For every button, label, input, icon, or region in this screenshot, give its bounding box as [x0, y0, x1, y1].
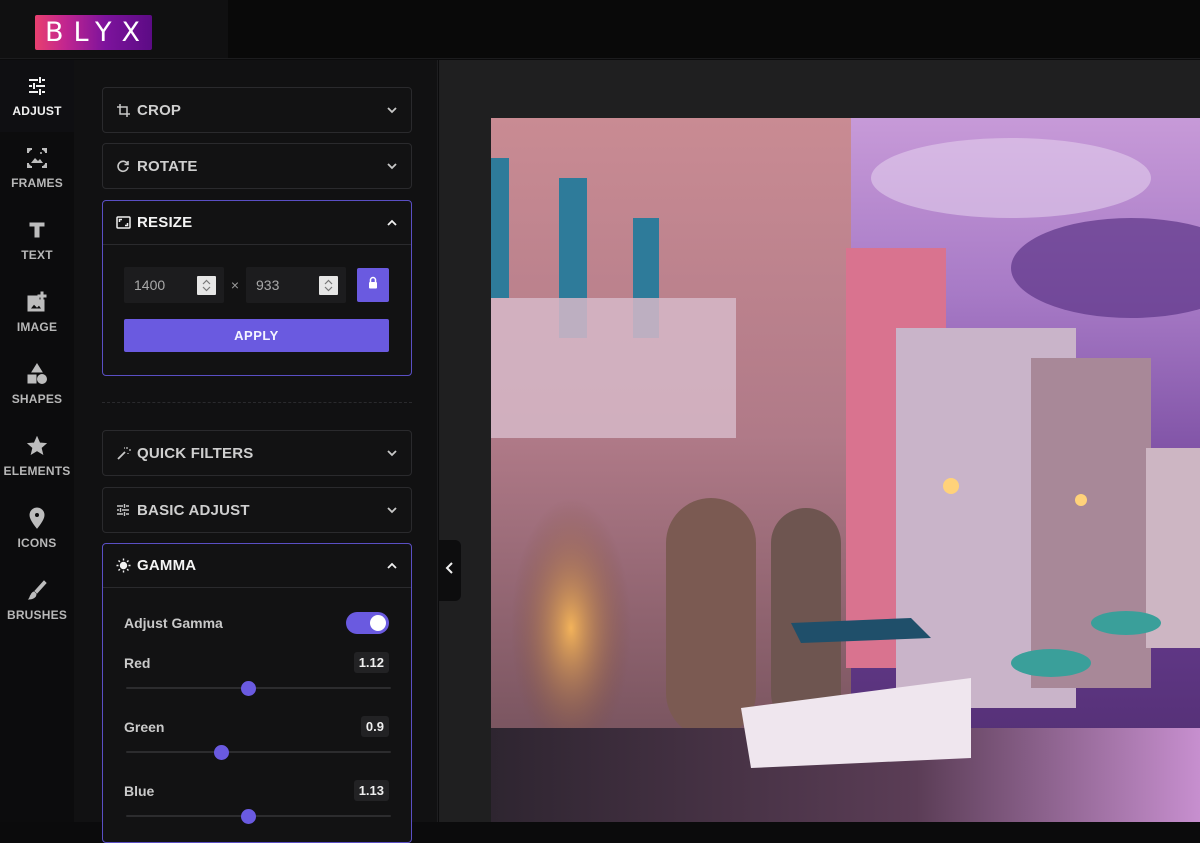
slider-track — [126, 751, 391, 753]
chevron-up-icon — [385, 559, 399, 573]
canvas-area — [439, 60, 1200, 822]
resize-title: RESIZE — [137, 214, 193, 231]
resize-inputs: 1400 × 933 — [124, 267, 389, 303]
height-input[interactable]: 933 — [246, 267, 346, 303]
blue-row: Blue 1.13 — [124, 780, 389, 801]
slider-thumb[interactable] — [240, 681, 256, 696]
sliders-icon — [115, 502, 131, 518]
crop-header[interactable]: CROP — [103, 88, 411, 132]
star-icon — [26, 435, 48, 457]
blue-slider[interactable] — [126, 809, 391, 824]
basic-adjust-title: BASIC ADJUST — [137, 501, 250, 519]
sidebar-label: SHAPES — [11, 391, 63, 406]
text-icon — [26, 219, 48, 241]
resize-header[interactable]: RESIZE — [103, 201, 411, 245]
quick-filters-section: QUICK FILTERS — [102, 430, 412, 476]
brush-icon — [26, 579, 48, 601]
red-value: 1.12 — [353, 652, 389, 673]
green-label: Green — [124, 718, 165, 735]
top-bar: BLYX — [0, 0, 1200, 59]
sidebar-label: TEXT — [21, 247, 53, 262]
sliders-icon — [26, 75, 48, 97]
add-image-icon — [26, 291, 48, 313]
sidebar-label: ELEMENTS — [3, 463, 71, 478]
red-slider[interactable] — [126, 681, 391, 696]
sidebar-item-frames[interactable]: FRAMES — [0, 132, 74, 204]
rotate-icon — [115, 158, 131, 174]
sidebar-item-brushes[interactable]: BRUSHES — [0, 564, 74, 636]
adjust-gamma-label: Adjust Gamma — [124, 615, 223, 631]
adjust-gamma-toggle[interactable] — [346, 612, 389, 634]
rotate-section: ROTATE — [102, 143, 412, 189]
quick-filters-title: QUICK FILTERS — [137, 444, 254, 462]
sidebar-item-elements[interactable]: ELEMENTS — [0, 420, 74, 492]
resize-icon — [115, 215, 131, 231]
sidebar-item-icons[interactable]: ICONS — [0, 492, 74, 564]
toggle-knob — [370, 615, 386, 631]
blue-value: 1.13 — [353, 780, 389, 801]
shapes-icon — [26, 362, 48, 385]
apply-button[interactable]: APPLY — [124, 319, 389, 352]
red-label: Red — [124, 654, 151, 671]
sidebar-item-adjust[interactable]: ADJUST — [0, 60, 74, 132]
chevron-down-icon — [385, 159, 399, 173]
tool-sidebar: ADJUST FRAMES TEXT IMAGE SHAPES ELEMENTS — [0, 60, 74, 822]
chevron-down-icon — [385, 503, 399, 517]
sidebar-item-shapes[interactable]: SHAPES — [0, 348, 74, 420]
green-value: 0.9 — [360, 716, 389, 737]
rotate-header[interactable]: ROTATE — [103, 144, 411, 188]
adjust-gamma-row: Adjust Gamma — [124, 612, 389, 634]
red-row: Red 1.12 — [124, 652, 389, 673]
map-pin-icon — [26, 506, 48, 529]
app-logo[interactable]: BLYX — [35, 15, 152, 50]
frame-icon — [26, 147, 48, 169]
gamma-section: GAMMA Adjust Gamma Red 1.12 Green 0.9 Bl… — [102, 543, 412, 843]
green-slider[interactable] — [126, 745, 391, 760]
basic-adjust-section: BASIC ADJUST — [102, 487, 412, 533]
sidebar-label: FRAMES — [11, 175, 63, 190]
chevron-up-icon — [385, 216, 399, 230]
sidebar-label: BRUSHES — [6, 607, 68, 622]
dimension-separator: × — [230, 277, 240, 293]
slider-track — [126, 687, 391, 689]
sidebar-item-text[interactable]: TEXT — [0, 204, 74, 276]
sidebar-item-image[interactable]: IMAGE — [0, 276, 74, 348]
slider-thumb[interactable] — [214, 745, 230, 760]
width-value: 1400 — [134, 277, 166, 293]
green-row: Green 0.9 — [124, 716, 389, 737]
crop-title: CROP — [137, 101, 182, 119]
sidebar-label: ICONS — [17, 535, 57, 550]
crop-section: CROP — [102, 87, 412, 133]
basic-adjust-header[interactable]: BASIC ADJUST — [103, 488, 411, 532]
chevron-down-icon — [385, 103, 399, 117]
magic-wand-icon — [115, 445, 131, 461]
logo-text: BLYX — [45, 17, 150, 48]
height-value: 933 — [256, 277, 280, 293]
sun-icon — [115, 558, 131, 574]
rotate-title: ROTATE — [137, 157, 198, 175]
lock-aspect-button[interactable] — [357, 268, 389, 302]
height-spinner[interactable] — [319, 275, 338, 295]
gamma-header[interactable]: GAMMA — [103, 544, 411, 588]
gamma-title: GAMMA — [137, 557, 197, 574]
resize-section: RESIZE 1400 × 933 APPLY — [102, 200, 412, 376]
width-input[interactable]: 1400 — [124, 267, 224, 303]
sidebar-label: IMAGE — [16, 319, 58, 334]
slider-track — [126, 815, 391, 817]
lock-icon — [368, 276, 378, 294]
edited-photo[interactable] — [491, 118, 1200, 822]
crop-icon — [115, 102, 131, 118]
chevron-down-icon — [385, 446, 399, 460]
chevron-left-icon — [445, 561, 455, 580]
quick-filters-header[interactable]: QUICK FILTERS — [103, 431, 411, 475]
blue-label: Blue — [124, 782, 155, 799]
adjust-panel: CROP ROTATE RESIZE 1400 × 933 APPLY QUIC… — [74, 60, 438, 843]
sidebar-label: ADJUST — [12, 103, 62, 118]
width-spinner[interactable] — [197, 275, 216, 295]
logo-area: BLYX — [0, 0, 228, 58]
collapse-panel-button[interactable] — [438, 540, 461, 601]
section-divider — [102, 402, 412, 403]
